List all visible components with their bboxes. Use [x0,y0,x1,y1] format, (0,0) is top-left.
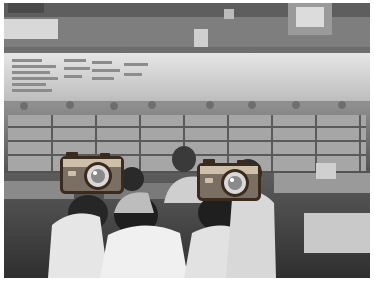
photo-scene [4,3,370,278]
camera-icon [60,152,124,194]
ceiling-light [4,19,58,39]
whiteboard [4,53,370,101]
camera-icon [197,159,261,201]
desk-right-lower [304,213,370,253]
ceiling-vent [8,3,44,13]
ceiling-spot [224,9,234,19]
classroom-photo [4,3,370,278]
desk-item [316,163,336,179]
ceiling-lamp [194,29,208,47]
ceiling-fixture-inner [296,7,324,27]
